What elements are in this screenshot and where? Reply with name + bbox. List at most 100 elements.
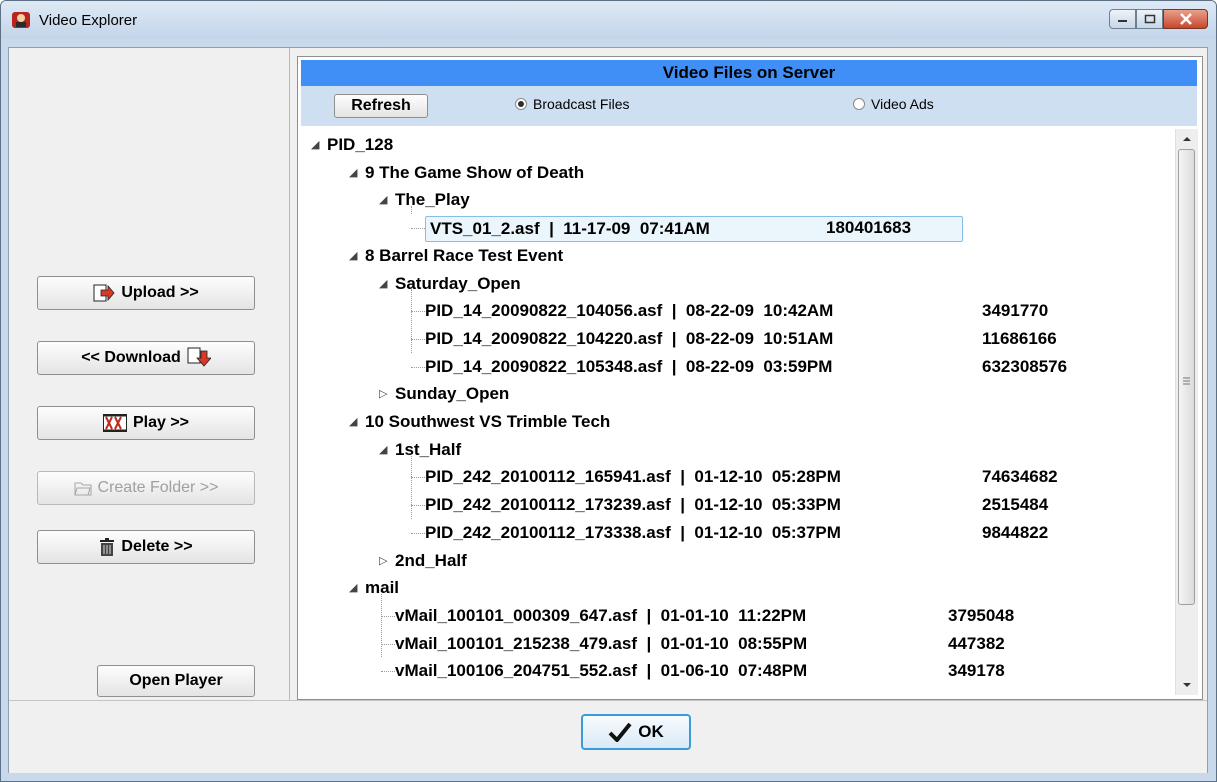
ok-label: OK: [638, 722, 664, 741]
download-icon: [187, 347, 211, 367]
close-button[interactable]: [1163, 9, 1208, 29]
grip-icon: [1183, 377, 1190, 385]
film-icon: [102, 414, 127, 432]
tree-file-node[interactable]: vMail_100101_000309_647.asf | 01-01-10 1…: [395, 604, 806, 628]
tree-folder-node[interactable]: Sunday_Open: [395, 382, 509, 406]
minimize-icon: [1117, 20, 1127, 22]
window-title: Video Explorer: [39, 12, 138, 29]
radio-broadcast-label: Broadcast Files: [533, 96, 630, 112]
expanded-arrow-icon[interactable]: ◢: [379, 272, 387, 296]
tree-file-node[interactable]: PID_242_20100112_165941.asf | 01-12-10 0…: [425, 465, 841, 489]
trash-icon: [100, 538, 115, 556]
vertical-scrollbar[interactable]: [1175, 129, 1198, 695]
tree-connector: [411, 228, 425, 230]
download-label: << Download: [81, 349, 181, 366]
window-controls: [1109, 9, 1208, 31]
tree-file-node[interactable]: PID_14_20090822_104056.asf | 08-22-09 10…: [425, 299, 833, 323]
tree-file-node[interactable]: vMail_100106_204751_552.asf | 01-06-10 0…: [395, 659, 807, 683]
upload-label: Upload >>: [121, 284, 199, 301]
title-bar: Video Explorer: [1, 1, 1216, 39]
tree-folder-node[interactable]: 2nd_Half: [395, 549, 467, 573]
upload-icon: [93, 284, 115, 302]
tree-connector: [411, 477, 425, 479]
tree-folder-node[interactable]: 9 The Game Show of Death: [365, 161, 584, 185]
file-size: 2515484: [982, 495, 1049, 515]
create-folder-button[interactable]: Create Folder >>: [37, 471, 255, 505]
file-tree[interactable]: ◢ PID_128 ◢ 9 The Game Show of Death ◢ The_Pl…: [301, 129, 1175, 695]
expanded-arrow-icon[interactable]: ◢: [379, 438, 387, 462]
expanded-arrow-icon[interactable]: ◢: [349, 161, 357, 185]
panel-header: Video Files on Server: [301, 60, 1197, 86]
download-button[interactable]: << Download: [37, 341, 255, 375]
collapsed-arrow-icon[interactable]: ▷: [379, 382, 387, 406]
create-folder-label: Create Folder >>: [97, 479, 219, 496]
open-player-label: Open Player: [129, 672, 223, 689]
file-size: 447382: [948, 633, 1005, 653]
tree-guide: [411, 289, 412, 353]
folder-icon: [73, 482, 92, 496]
tree-file-node[interactable]: PID_242_20100112_173239.asf | 01-12-10 0…: [425, 493, 841, 517]
tree-connector: [381, 643, 395, 645]
tree-folder-node[interactable]: 10 Southwest VS Trimble Tech: [365, 410, 610, 434]
tree-folder-node[interactable]: Saturday_Open: [395, 272, 521, 296]
radio-video-ads[interactable]: Video Ads: [853, 96, 934, 112]
file-size: 9844822: [982, 522, 1049, 542]
scroll-down-icon: [1183, 683, 1191, 687]
tree-folder-node[interactable]: The_Play: [395, 188, 470, 212]
tree-connector: [411, 366, 425, 368]
action-panel: Upload >> << Download Play >> Create Fol…: [9, 48, 290, 700]
file-size: 3491770: [982, 301, 1049, 321]
file-size: 3795048: [948, 605, 1015, 625]
open-player-button[interactable]: Open Player: [97, 665, 255, 697]
collapsed-arrow-icon[interactable]: ▷: [379, 549, 387, 573]
ok-button[interactable]: OK: [581, 714, 691, 750]
tree-connector: [411, 505, 425, 507]
tree-connector: [411, 311, 425, 313]
radio-selected-icon: [515, 98, 527, 110]
expanded-arrow-icon[interactable]: ◢: [379, 188, 387, 212]
refresh-button[interactable]: Refresh: [334, 94, 428, 118]
file-size: 349178: [948, 661, 1005, 681]
client-area: Upload >> << Download Play >> Create Fol…: [8, 47, 1208, 773]
bottom-bar: OK: [9, 700, 1207, 773]
file-size: 74634682: [982, 467, 1058, 487]
expanded-arrow-icon[interactable]: ◢: [349, 244, 357, 268]
tree-connector: [381, 671, 395, 673]
scroll-thumb[interactable]: [1178, 149, 1195, 605]
file-size: 632308576: [982, 356, 1068, 376]
upload-button[interactable]: Upload >>: [37, 276, 255, 310]
tree-connector: [411, 532, 425, 534]
maximize-button[interactable]: [1136, 9, 1163, 29]
file-size: 180401683: [826, 218, 912, 238]
tree-connector: [411, 338, 425, 340]
tree-file-node[interactable]: PID_14_20090822_105348.asf | 08-22-09 03…: [425, 355, 832, 379]
tree-file-node[interactable]: PID_242_20100112_173338.asf | 01-12-10 0…: [425, 521, 841, 545]
tree-folder-node[interactable]: 1st_Half: [395, 438, 461, 462]
panel-toolbar: Refresh Broadcast Files Video Ads: [301, 86, 1197, 126]
tree-folder-node[interactable]: mail: [365, 576, 399, 600]
video-explorer-window: Video Explorer Upload >> << Download Pla…: [0, 0, 1217, 782]
expanded-arrow-icon[interactable]: ◢: [349, 576, 357, 600]
tree-guide: [411, 455, 412, 519]
tree-folder-node[interactable]: 8 Barrel Race Test Event: [365, 244, 563, 268]
tree-guide: [381, 594, 382, 658]
tree-folder-node[interactable]: PID_128: [327, 133, 393, 157]
tree-file-node[interactable]: PID_14_20090822_104220.asf | 08-22-09 10…: [425, 327, 833, 351]
radio-broadcast-files[interactable]: Broadcast Files: [515, 96, 629, 112]
video-files-panel: Video Files on Server Refresh Broadcast …: [297, 56, 1203, 700]
scroll-up-icon: [1183, 137, 1191, 141]
minimize-button[interactable]: [1109, 9, 1136, 29]
app-icon: [12, 12, 30, 28]
expanded-arrow-icon[interactable]: ◢: [349, 410, 357, 434]
tree-file-node[interactable]: vMail_100101_215238_479.asf | 01-01-10 0…: [395, 632, 807, 656]
maximize-icon: [1144, 14, 1155, 24]
expanded-arrow-icon[interactable]: ◢: [311, 133, 319, 157]
file-size: 11686166: [982, 328, 1057, 348]
tree-connector: [381, 615, 395, 617]
delete-label: Delete >>: [121, 538, 193, 555]
play-label: Play >>: [132, 414, 190, 431]
play-button[interactable]: Play >>: [37, 406, 255, 440]
radio-unselected-icon: [853, 98, 865, 110]
delete-button[interactable]: Delete >>: [37, 530, 255, 564]
close-icon: [1179, 13, 1192, 25]
